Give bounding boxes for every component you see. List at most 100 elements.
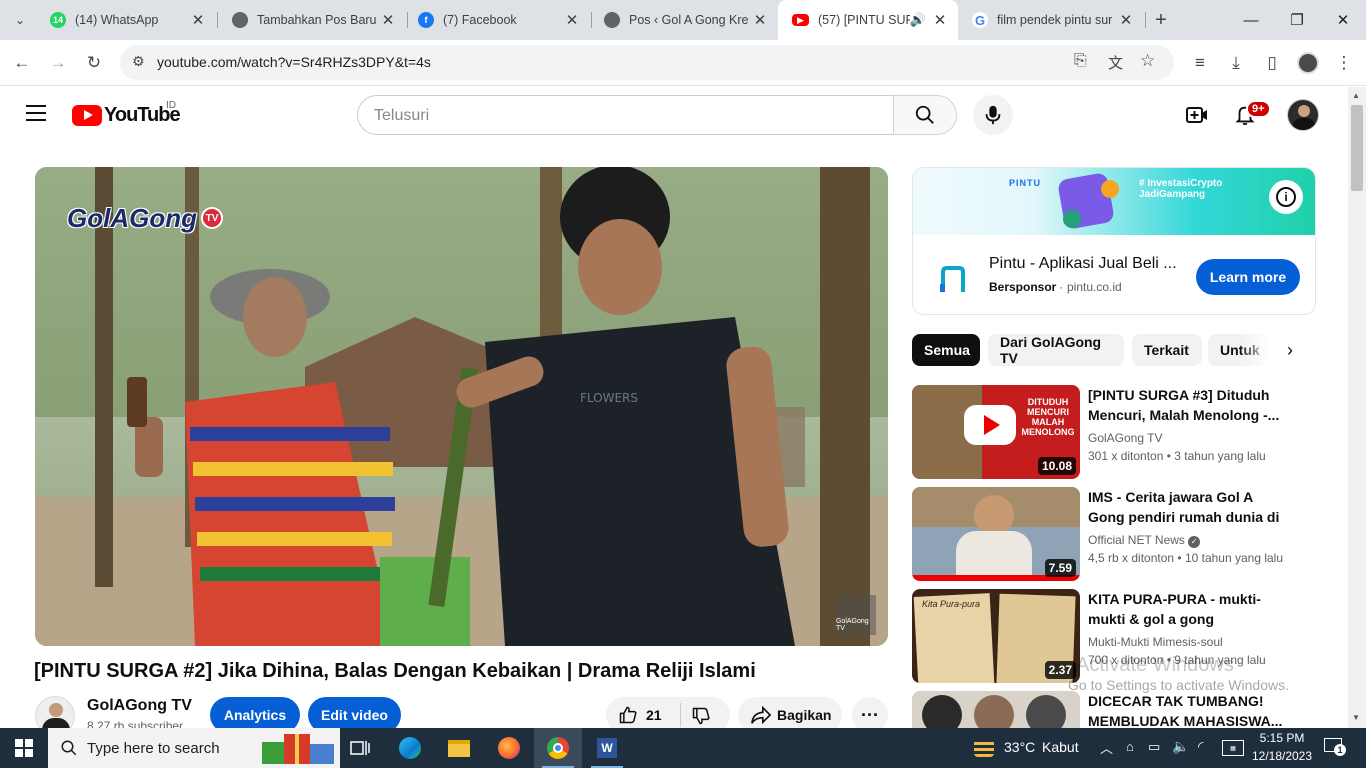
- chrome-icon[interactable]: [534, 728, 582, 768]
- recommendation-channel[interactable]: Official NET News ✓: [1088, 533, 1201, 548]
- ad-domain: pintu.co.id: [1067, 280, 1122, 294]
- video-thumbnail[interactable]: DITUDUH MENCURI MALAH MENOLONG 10.08: [912, 385, 1080, 479]
- close-icon[interactable]: ✕: [188, 10, 208, 30]
- weather-temp[interactable]: 33°C: [1004, 739, 1035, 755]
- tab-pos-golagong[interactable]: Pos ‹ Gol A Gong Kre ✕: [590, 0, 778, 40]
- url-text[interactable]: youtube.com/watch?v=Sr4RHZs3DPY&t=4s: [157, 54, 431, 70]
- channel-name[interactable]: Official NET News: [1088, 533, 1185, 547]
- recommendation-item[interactable]: DITUDUH MENCURI MALAH MENOLONG 10.08 [PI…: [912, 385, 1316, 479]
- scroll-up-arrow-icon[interactable]: ▲: [1352, 91, 1360, 100]
- profile-avatar[interactable]: [1297, 52, 1319, 74]
- recommendation-title[interactable]: KITA PURA-PURA - mukti-mukti & gol a gon…: [1088, 589, 1293, 629]
- close-icon[interactable]: ✕: [562, 10, 582, 30]
- like-count[interactable]: 21: [646, 707, 662, 723]
- tab-facebook[interactable]: f (7) Facebook ✕: [404, 0, 590, 40]
- menu-kebab-icon[interactable]: ⋮: [1330, 49, 1358, 77]
- taskbar-search-placeholder[interactable]: Type here to search: [87, 740, 220, 757]
- video-thumbnail[interactable]: 7.59: [912, 487, 1080, 581]
- wifi-icon[interactable]: ◜: [1198, 738, 1203, 755]
- scroll-down-arrow-icon[interactable]: ▼: [1352, 713, 1360, 722]
- share-icon: [750, 705, 772, 725]
- keyboard-icon[interactable]: ▦: [1222, 740, 1244, 756]
- chip-scroll-right-icon[interactable]: ›: [1276, 334, 1304, 366]
- close-icon[interactable]: ✕: [1116, 10, 1136, 30]
- volume-icon[interactable]: 🔈: [1172, 738, 1189, 755]
- new-tab-button[interactable]: +: [1148, 8, 1174, 32]
- tab-youtube-active[interactable]: ▶ (57) [PINTU SURGA 🔊 ✕: [778, 0, 958, 40]
- weather-icon[interactable]: [972, 737, 996, 759]
- ad-info-button[interactable]: i: [1269, 180, 1303, 214]
- clock-time[interactable]: 5:15 PM: [1254, 731, 1310, 745]
- minimize-button[interactable]: —: [1228, 0, 1274, 40]
- chip-related[interactable]: Terkait: [1132, 334, 1202, 366]
- side-panel-icon[interactable]: ▯: [1258, 49, 1286, 77]
- download-icon[interactable]: ⤓: [1222, 49, 1250, 77]
- speaker-icon[interactable]: 🔊: [910, 12, 926, 28]
- ad-banner[interactable]: PINTU # InvestasiCrypto JadiGampang i: [913, 168, 1315, 235]
- chip-all[interactable]: Semua: [912, 334, 980, 366]
- tab-whatsapp[interactable]: 14 (14) WhatsApp ✕: [36, 0, 216, 40]
- dislike-icon[interactable]: [691, 706, 711, 726]
- clock-date[interactable]: 12/18/2023: [1250, 749, 1314, 763]
- close-icon[interactable]: ✕: [930, 10, 950, 30]
- install-app-icon[interactable]: ⎘: [1074, 52, 1087, 70]
- site-settings-icon[interactable]: ⚙: [132, 53, 145, 70]
- firefox-icon[interactable]: [485, 728, 533, 768]
- tab-search-chevron-icon[interactable]: ⌄: [8, 8, 32, 32]
- back-icon[interactable]: ←: [8, 49, 36, 77]
- video-thumbnail[interactable]: Kita Pura-pura 2.37: [912, 589, 1080, 683]
- voice-search-button[interactable]: [973, 95, 1013, 135]
- file-explorer-icon[interactable]: [435, 728, 483, 768]
- tether-coin-icon: [1063, 210, 1081, 228]
- forward-icon[interactable]: →: [44, 49, 72, 77]
- restore-button[interactable]: ❐: [1274, 0, 1320, 40]
- video-player[interactable]: FLOWERS GolAGong TV GolAGong TV: [35, 167, 888, 646]
- taskbar-search[interactable]: Type here to search: [48, 728, 340, 768]
- youtube-logo[interactable]: YouTube: [72, 103, 181, 127]
- windows-taskbar: Type here to search W 33°C Kabut ︿ ⌂ ▭ 🔈…: [0, 728, 1366, 768]
- close-window-button[interactable]: ✕: [1320, 0, 1366, 40]
- reading-list-icon[interactable]: ≡: [1186, 49, 1214, 77]
- tab-strip: ⌄ 14 (14) WhatsApp ✕ Tambahkan Pos Baru …: [0, 0, 1366, 40]
- recommendation-title[interactable]: DICECAR TAK TUMBANG! MEMBLUDAK MAHASISWA…: [1088, 691, 1293, 728]
- hamburger-menu-icon[interactable]: [26, 105, 46, 121]
- recommendation-title[interactable]: IMS - Cerita jawara Gol A Gong pendiri r…: [1088, 487, 1293, 527]
- battery-icon[interactable]: ▭: [1148, 739, 1160, 755]
- scrollbar-thumb[interactable]: [1351, 105, 1363, 191]
- like-icon[interactable]: [618, 705, 638, 725]
- page-scrollbar[interactable]: ▲ ▼: [1348, 87, 1366, 728]
- recommendation-channel[interactable]: Mukti-Mukti Mimesis-soul: [1088, 635, 1223, 649]
- recommendation-channel[interactable]: GolAGong TV: [1088, 431, 1162, 445]
- close-icon[interactable]: ✕: [378, 10, 398, 30]
- recommendation-title[interactable]: [PINTU SURGA #3] Dituduh Mencuri, Malah …: [1088, 385, 1293, 425]
- video-thumbnail[interactable]: [912, 691, 1080, 728]
- close-icon[interactable]: ✕: [750, 10, 770, 30]
- reload-icon[interactable]: ↻: [80, 49, 108, 77]
- edge-icon[interactable]: [386, 728, 434, 768]
- channel-branding-corner[interactable]: GolAGong TV: [836, 595, 876, 635]
- address-bar[interactable]: ⚙ youtube.com/watch?v=Sr4RHZs3DPY&t=4s ⎘…: [120, 45, 1174, 80]
- notification-center-icon[interactable]: 1: [1324, 738, 1346, 756]
- bookmark-star-icon[interactable]: ☆: [1140, 51, 1155, 71]
- chevron-up-icon[interactable]: ︿: [1100, 738, 1113, 757]
- tab-wordpress-post[interactable]: Tambahkan Pos Baru ✕: [218, 0, 406, 40]
- channel-name[interactable]: GolAGong TV: [87, 697, 192, 715]
- tab-google-search[interactable]: G film pendek pintu sur ✕: [958, 0, 1144, 40]
- account-avatar[interactable]: [1287, 99, 1319, 131]
- learn-more-button[interactable]: Learn more: [1196, 259, 1300, 295]
- device-icon[interactable]: ⌂: [1126, 739, 1134, 754]
- translate-icon[interactable]: 文: [1108, 52, 1123, 73]
- chip-from-channel[interactable]: Dari GolAGong TV: [988, 334, 1124, 366]
- weather-desc[interactable]: Kabut: [1042, 739, 1079, 755]
- search-input[interactable]: Telusuri: [357, 95, 894, 135]
- start-button[interactable]: [0, 728, 48, 768]
- recommendation-item[interactable]: DICECAR TAK TUMBANG! MEMBLUDAK MAHASISWA…: [912, 691, 1316, 728]
- task-view-icon[interactable]: [336, 728, 384, 768]
- recommendation-item[interactable]: 7.59 IMS - Cerita jawara Gol A Gong pend…: [912, 487, 1316, 581]
- ad-title[interactable]: Pintu - Aplikasi Jual Beli ...: [989, 255, 1179, 273]
- gift-boxes-icon[interactable]: [262, 732, 336, 764]
- create-video-icon[interactable]: [1186, 105, 1208, 125]
- search-button[interactable]: [893, 95, 957, 135]
- word-icon[interactable]: W: [583, 728, 631, 768]
- sponsored-ad-card[interactable]: PINTU # InvestasiCrypto JadiGampang i Pi…: [912, 167, 1316, 315]
